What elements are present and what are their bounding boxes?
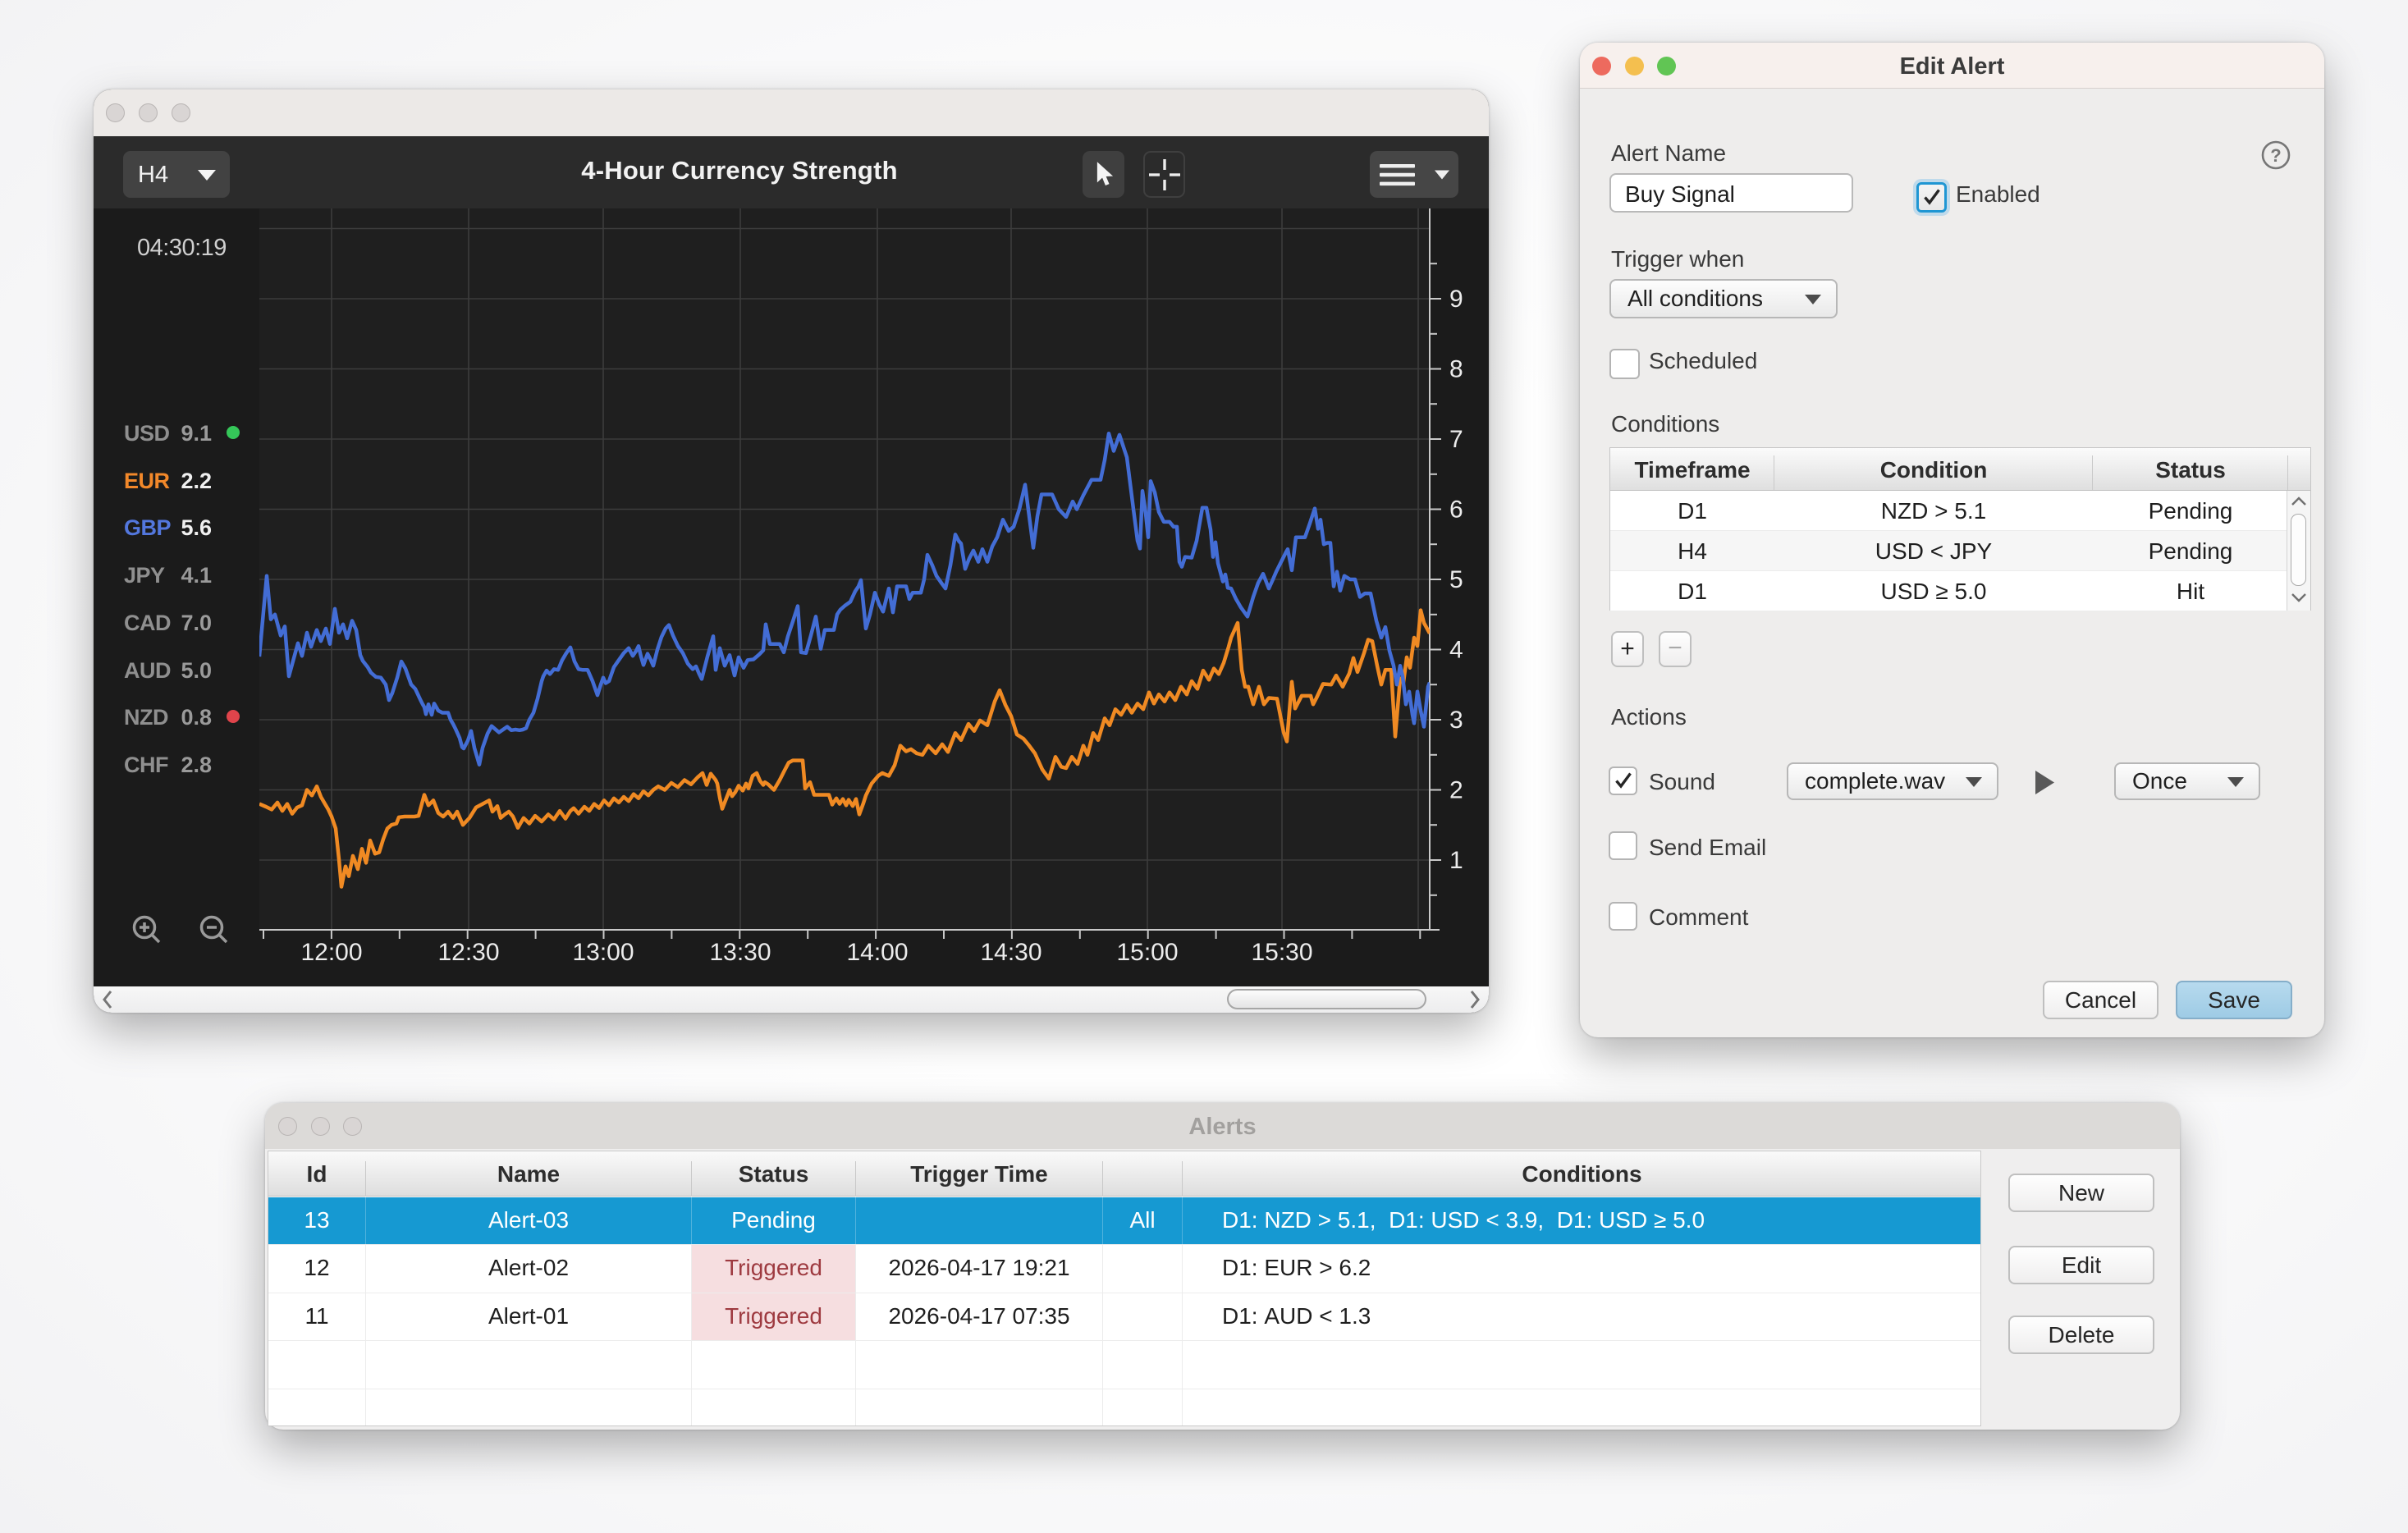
svg-text:5: 5 bbox=[1449, 566, 1463, 593]
svg-text:USD: USD bbox=[124, 421, 170, 446]
svg-text:AUD: AUD bbox=[124, 658, 171, 683]
svg-text:15:00: 15:00 bbox=[1116, 939, 1178, 966]
svg-text:CAD: CAD bbox=[124, 611, 171, 635]
svg-text:3: 3 bbox=[1449, 707, 1463, 734]
svg-text:15:30: 15:30 bbox=[1251, 939, 1312, 966]
svg-text:?: ? bbox=[2270, 145, 2281, 166]
svg-text:12:00: 12:00 bbox=[300, 939, 362, 966]
svg-text:13:00: 13:00 bbox=[572, 939, 634, 966]
svg-text:NZD: NZD bbox=[124, 705, 168, 730]
svg-text:7.0: 7.0 bbox=[181, 611, 212, 635]
svg-text:2.2: 2.2 bbox=[181, 469, 212, 493]
svg-text:12:30: 12:30 bbox=[437, 939, 499, 966]
svg-text:8: 8 bbox=[1449, 356, 1463, 383]
svg-text:2: 2 bbox=[1449, 777, 1463, 804]
svg-text:7: 7 bbox=[1449, 426, 1463, 453]
svg-text:CHF: CHF bbox=[124, 753, 168, 777]
svg-text:9.1: 9.1 bbox=[181, 421, 212, 446]
svg-text:9: 9 bbox=[1449, 286, 1463, 313]
svg-text:4.1: 4.1 bbox=[181, 563, 212, 588]
svg-text:2.8: 2.8 bbox=[181, 753, 212, 777]
svg-text:JPY: JPY bbox=[124, 563, 165, 588]
svg-text:5.0: 5.0 bbox=[181, 658, 212, 683]
svg-text:14:00: 14:00 bbox=[846, 939, 908, 966]
svg-text:13:30: 13:30 bbox=[709, 939, 771, 966]
svg-text:0.8: 0.8 bbox=[181, 705, 212, 730]
svg-text:1: 1 bbox=[1449, 847, 1463, 874]
svg-text:14:30: 14:30 bbox=[980, 939, 1041, 966]
svg-text:EUR: EUR bbox=[124, 469, 170, 493]
svg-text:GBP: GBP bbox=[124, 515, 172, 540]
svg-text:6: 6 bbox=[1449, 497, 1463, 524]
svg-text:04:30:19: 04:30:19 bbox=[137, 235, 227, 261]
svg-text:5.6: 5.6 bbox=[181, 515, 212, 540]
svg-text:4: 4 bbox=[1449, 637, 1463, 664]
